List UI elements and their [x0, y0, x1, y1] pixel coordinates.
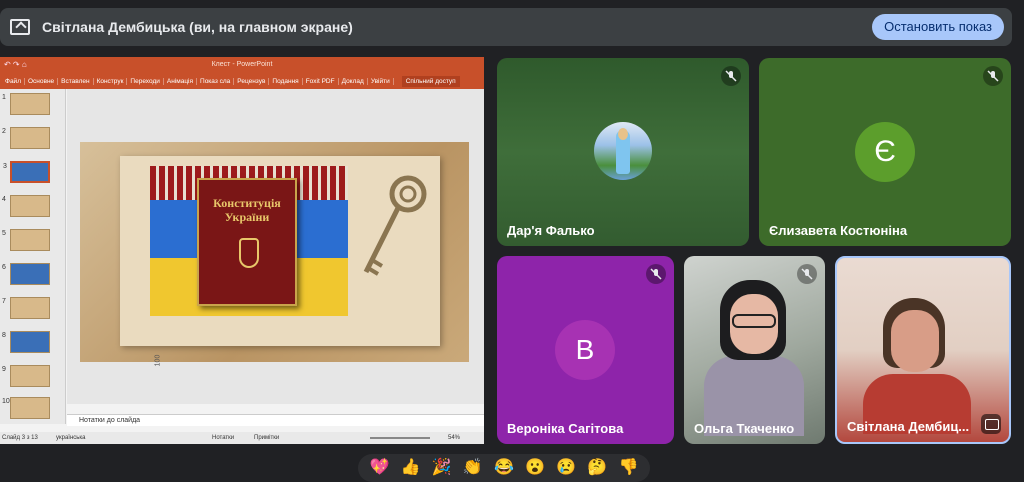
participant-tile-veronika[interactable]: В Вероніка Сагітова [497, 256, 674, 444]
quick-access-icons: ↶ ↷ ⌂ [4, 60, 27, 69]
camera-person-face [891, 310, 939, 372]
participant-avatar-letter: Є [855, 122, 915, 182]
comments-toggle[interactable]: Примітки [254, 432, 279, 444]
ribbon-tab-design[interactable]: Конструк [94, 77, 128, 85]
ribbon-tab-foxit[interactable]: Foxit PDF [303, 77, 339, 85]
share-button[interactable]: Спільний доступ [401, 75, 460, 87]
participant-tile-olga[interactable]: Ольга Ткаченко [684, 256, 825, 444]
ribbon-tab-file[interactable]: Файл [2, 77, 25, 85]
slide-thumbnail[interactable]: 2 [2, 127, 50, 149]
participant-avatar-photo [594, 122, 652, 180]
ppt-status-bar: Слайд 3 з 13 українська Нотатки Примітки… [0, 432, 484, 444]
participant-name: Єлизавета Костюніна [769, 223, 908, 238]
slide-thumbnail[interactable]: 8 [2, 331, 50, 353]
mic-off-icon [646, 264, 666, 284]
book-title-line1: Конституція [213, 196, 281, 210]
reaction-clap-icon[interactable]: 👏 [463, 458, 483, 478]
stop-presenting-button[interactable]: Остановить показ [872, 14, 1004, 40]
current-slide[interactable]: Конституція України [80, 142, 469, 362]
slide-thumbnails-pane: 1 2 3 4 5 6 7 8 9 10 [0, 89, 66, 424]
camera-person-glasses [732, 314, 776, 328]
picture-in-picture-icon[interactable] [981, 414, 1001, 434]
vintage-key-icon [363, 175, 427, 276]
ribbon-tab-slideshow[interactable]: Показ сла [197, 77, 235, 85]
mic-off-icon [983, 66, 1003, 86]
slide-counter: Слайд 3 з 13 [2, 435, 38, 441]
reaction-heart-icon[interactable]: 💖 [370, 458, 390, 478]
slide-thumbnail[interactable]: 1 [2, 93, 50, 115]
ribbon-tab-transitions[interactable]: Переходи [127, 77, 164, 85]
slide-thumbnail[interactable]: 9 [2, 365, 50, 387]
notes-toggle[interactable]: Нотатки [212, 432, 234, 444]
notes-pane[interactable]: Нотатки до слайда [67, 414, 484, 426]
ribbon-tab-tell-me[interactable]: Доклад [339, 77, 368, 85]
mic-off-icon [721, 66, 741, 86]
reaction-party-icon[interactable]: 🎉 [432, 458, 452, 478]
ribbon-tab-insert[interactable]: Вставлен [58, 77, 94, 85]
reaction-laugh-icon[interactable]: 😂 [494, 458, 514, 478]
slide-thumbnail[interactable]: 6 [2, 263, 50, 285]
participant-tile-daria[interactable]: Дар'я Фалько [497, 58, 749, 246]
ppt-ribbon: Файл Основне Вставлен Конструк Переходи … [0, 73, 484, 89]
slide-editing-canvas[interactable]: Конституція України 100 [67, 89, 484, 404]
participant-name: Світлана Дембиц... [847, 419, 970, 434]
shared-powerpoint-window: ↶ ↷ ⌂ Клест - PowerPoint Файл Основне Вс… [0, 57, 484, 444]
reaction-sad-icon[interactable]: 😢 [556, 458, 576, 478]
ruler-label: 100 [154, 354, 162, 367]
reaction-thumbs-down-icon[interactable]: 👎 [618, 458, 638, 478]
zoom-slider[interactable] [370, 437, 430, 439]
slide-thumbnail[interactable]: 10 [2, 397, 50, 419]
presenting-title: Світлана Дембицька (ви, на главном экран… [42, 19, 353, 35]
trident-emblem-icon [239, 238, 259, 268]
ribbon-tab-view[interactable]: Подання [269, 77, 303, 85]
ppt-window-title: Клест - PowerPoint [211, 61, 273, 68]
present-screen-icon [10, 19, 30, 35]
reaction-thumbs-up-icon[interactable]: 👍 [401, 458, 421, 478]
participant-name: Вероніка Сагітова [507, 421, 624, 436]
book-title-line2: України [224, 210, 270, 224]
slide-thumbnail[interactable]: 4 [2, 195, 50, 217]
ribbon-tab-review[interactable]: Рецензув [234, 77, 270, 85]
participant-tile-svitlana-self[interactable]: Світлана Дембиц... [835, 256, 1011, 444]
participant-name: Ольга Ткаченко [694, 421, 795, 436]
participant-name: Дар'я Фалько [507, 223, 595, 238]
ribbon-tab-animations[interactable]: Анімація [164, 77, 198, 85]
reaction-thinking-icon[interactable]: 🤔 [587, 458, 607, 478]
mic-off-icon [797, 264, 817, 284]
slide-thumbnail-active[interactable]: 3 [3, 161, 50, 183]
language-indicator[interactable]: українська [56, 432, 86, 444]
presenting-bar: Світлана Дембицька (ви, на главном экран… [0, 8, 1012, 46]
participant-tile-yelyzaveta[interactable]: Є Єлизавета Костюніна [759, 58, 1011, 246]
ribbon-sign-in[interactable]: Увійти [368, 77, 394, 85]
slide-thumbnail[interactable]: 7 [2, 297, 50, 319]
slide-thumbnail[interactable]: 5 [2, 229, 50, 251]
reactions-bar: 💖 👍 🎉 👏 😂 😮 😢 🤔 👎 [358, 454, 650, 482]
ribbon-tab-home[interactable]: Основне [25, 77, 59, 85]
presenting-banner: Світлана Дембицька (ви, на главном экран… [0, 0, 1024, 52]
reaction-surprised-icon[interactable]: 😮 [525, 458, 545, 478]
ppt-title-bar: ↶ ↷ ⌂ Клест - PowerPoint [0, 57, 484, 73]
participant-avatar-letter: В [555, 320, 615, 380]
constitution-book-image: Конституція України [197, 178, 297, 306]
zoom-level[interactable]: 54% [448, 432, 460, 444]
